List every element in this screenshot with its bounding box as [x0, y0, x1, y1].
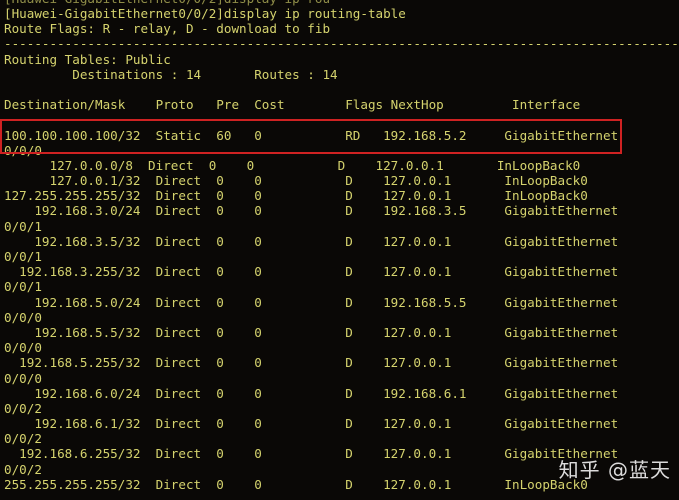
route-flags-legend: Route Flags: R - relay, D - download to … [4, 21, 331, 37]
terminal-window[interactable]: [Huawei-GigabitEthernet0/0/2]display ip … [0, 0, 679, 500]
command-prompt-line: [Huawei-GigabitEthernet0/0/2]display ip … [4, 6, 406, 21]
route-entry-wrap-line: 0/0/1 [4, 218, 42, 234]
table-row: 127.0.0.0/8 Direct 0 0 D 127.0.0.1 InLoo… [4, 158, 679, 173]
route-entry-line: 192.168.3.5/32 Direct 0 0 D 127.0.0.1 Gi… [4, 233, 619, 249]
table-row: 192.168.5.255/32 Direct 0 0 D 127.0.0.1 … [4, 355, 679, 385]
table-row: 192.168.3.0/24 Direct 0 0 D 192.168.3.5 … [4, 203, 679, 233]
route-entry-line: 100.100.100.100/32 Static 60 0 RD 192.16… [4, 127, 619, 143]
zhihu-watermark: 知乎 @蓝天 [558, 457, 671, 482]
route-entry-line: 127.0.0.1/32 Direct 0 0 D 127.0.0.1 InLo… [4, 173, 588, 189]
route-entry-wrap-line: 0/0/1 [4, 279, 42, 295]
route-entry-wrap-line: 0/0/1 [4, 249, 42, 264]
separator-line: ----------------------------------------… [4, 36, 679, 52]
route-entry-wrap-line: 0/0/0 [4, 142, 42, 158]
table-row: 192.168.6.1/32 Direct 0 0 D 127.0.0.1 Gi… [4, 416, 679, 446]
route-entry-line: 192.168.3.255/32 Direct 0 0 D 127.0.0.1 … [4, 264, 619, 280]
routing-tables-label: Routing Tables: Public [4, 51, 171, 67]
table-column-headers: Destination/Mask Proto Pre Cost Flags Ne… [4, 97, 581, 113]
route-entry-line: 127.255.255.255/32 Direct 0 0 D 127.0.0.… [4, 188, 588, 204]
table-row: 127.255.255.255/32 Direct 0 0 D 127.0.0.… [4, 188, 679, 203]
route-entry-line: 192.168.5.0/24 Direct 0 0 D 192.168.5.5 … [4, 294, 619, 310]
route-entry-wrap-line: 0/0/0 [4, 340, 42, 356]
table-row: 192.168.3.5/32 Direct 0 0 D 127.0.0.1 Gi… [4, 234, 679, 264]
route-entry-wrap-line: 0/0/0 [4, 309, 42, 325]
route-entry-line: 127.0.0.0/8 Direct 0 0 D 127.0.0.1 InLoo… [4, 157, 581, 173]
table-row: 100.100.100.100/32 Static 60 0 RD 192.16… [4, 128, 679, 158]
table-row: 192.168.5.5/32 Direct 0 0 D 127.0.0.1 Gi… [4, 325, 679, 355]
table-row: 192.168.5.0/24 Direct 0 0 D 192.168.5.5 … [4, 295, 679, 325]
table-row: 127.0.0.1/32 Direct 0 0 D 127.0.0.1 InLo… [4, 173, 679, 188]
route-entry-line: 192.168.5.5/32 Direct 0 0 D 127.0.0.1 Gi… [4, 324, 619, 340]
route-entry-line: 192.168.5.255/32 Direct 0 0 D 127.0.0.1 … [4, 355, 619, 371]
route-entry-line: 192.168.3.0/24 Direct 0 0 D 192.168.3.5 … [4, 203, 619, 219]
table-row: 192.168.6.0/24 Direct 0 0 D 192.168.6.1 … [4, 386, 679, 416]
route-entry-line: 192.168.6.1/32 Direct 0 0 D 127.0.0.1 Gi… [4, 416, 619, 432]
terminal-screen: [Huawei-GigabitEthernet0/0/2]display ip … [0, 6, 679, 492]
routing-table-body: 100.100.100.100/32 Static 60 0 RD 192.16… [4, 128, 679, 493]
destinations-routes-summary: Destinations : 14 Routes : 14 [4, 66, 338, 82]
route-entry-line: 192.168.6.0/24 Direct 0 0 D 192.168.6.1 … [4, 385, 619, 401]
table-row: 192.168.3.255/32 Direct 0 0 D 127.0.0.1 … [4, 264, 679, 294]
route-entry-wrap-line: 0/0/0 [4, 370, 42, 386]
route-entry-wrap-line: 0/0/2 [4, 400, 42, 416]
route-entry-wrap-line: 0/0/2 [4, 431, 42, 447]
